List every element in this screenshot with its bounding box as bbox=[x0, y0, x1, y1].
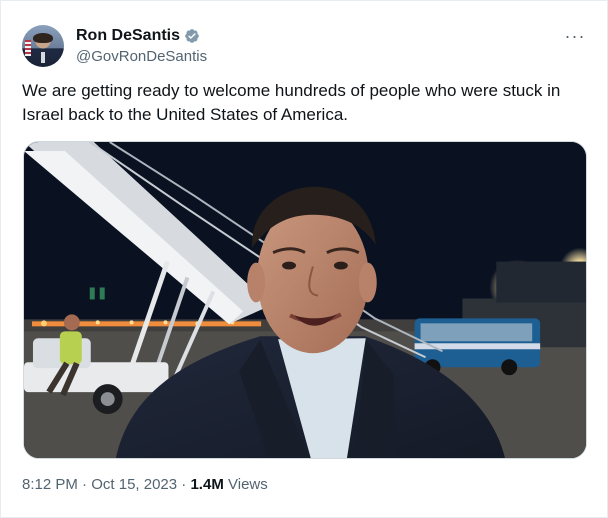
author-block[interactable]: Ron DeSantis @GovRonDeSantis bbox=[76, 27, 207, 66]
display-name-text[interactable]: Ron DeSantis bbox=[76, 27, 180, 45]
more-options-icon[interactable]: ··· bbox=[564, 25, 586, 47]
metadata-separator: · bbox=[181, 476, 187, 493]
tweet-time[interactable]: 8:12 PM bbox=[22, 476, 78, 493]
video-scene bbox=[24, 142, 586, 458]
tweet-metadata: 8:12 PM · Oct 15, 2023 · 1.4M Views bbox=[22, 475, 268, 495]
author-handle[interactable]: @GovRonDeSantis bbox=[76, 48, 207, 66]
tweet-text: We are getting ready to welcome hundreds… bbox=[22, 81, 561, 124]
video-thumbnail[interactable] bbox=[23, 141, 587, 459]
tweet-date[interactable]: Oct 15, 2023 bbox=[91, 476, 177, 493]
metadata-separator: · bbox=[82, 476, 88, 493]
tweet-card: Ron DeSantis @GovRonDeSantis ··· We are … bbox=[0, 0, 608, 518]
views-count: 1.4M bbox=[190, 476, 224, 493]
views-label: Views bbox=[228, 476, 268, 493]
flag-icon bbox=[25, 40, 31, 56]
avatar[interactable] bbox=[22, 25, 64, 67]
verified-badge-icon bbox=[185, 29, 199, 43]
author-name[interactable]: Ron DeSantis bbox=[76, 27, 207, 45]
